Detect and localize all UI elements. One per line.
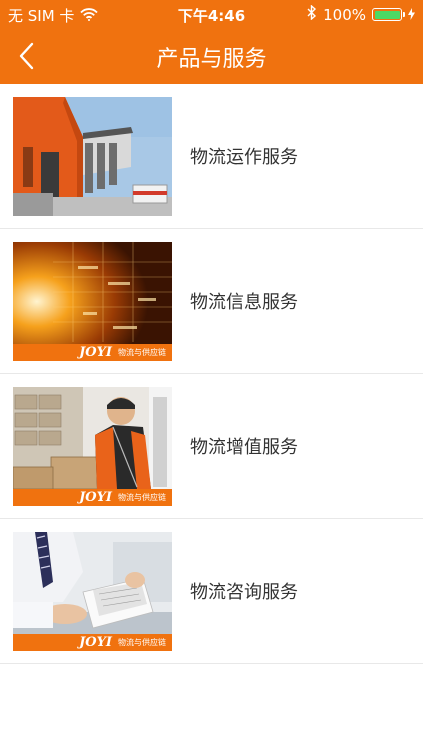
service-label: 物流咨询服务	[190, 582, 298, 603]
service-label: 物流信息服务	[190, 292, 298, 313]
service-image-consulting: JOYI 物流与供应链	[13, 532, 172, 651]
list-item[interactable]: JOYI 物流与供应链 物流增值服务	[0, 374, 423, 519]
header: 无 SIM 卡 下午4:46 100% 产品与服务	[0, 0, 423, 84]
brand-tagline: 物流与供应链	[118, 638, 166, 647]
list-item[interactable]: JOYI 物流与供应链 物流信息服务	[0, 229, 423, 374]
brand-logo: JOYI	[79, 345, 112, 360]
brand-strip: JOYI 物流与供应链	[13, 344, 172, 361]
brand-tagline: 物流与供应链	[118, 348, 166, 357]
service-image-worker: JOYI 物流与供应链	[13, 387, 172, 506]
brand-strip: JOYI 物流与供应链	[13, 634, 172, 651]
brand-strip: JOYI 物流与供应链	[13, 489, 172, 506]
battery-fill	[374, 10, 400, 19]
battery-icon	[372, 8, 405, 21]
service-label: 物流运作服务	[190, 147, 298, 168]
list-item[interactable]: JOYI 物流与供应链 物流咨询服务	[0, 519, 423, 664]
battery-percent: 100%	[323, 5, 366, 24]
status-bar: 无 SIM 卡 下午4:46 100%	[0, 0, 423, 28]
service-image-warehouse	[13, 97, 172, 216]
service-image-data-center: JOYI 物流与供应链	[13, 242, 172, 361]
status-right: 100%	[307, 4, 415, 24]
battery-tip	[403, 12, 405, 17]
brand-logo: JOYI	[79, 635, 112, 650]
nav-bar: 产品与服务	[0, 28, 423, 84]
service-label: 物流增值服务	[190, 437, 298, 458]
bluetooth-icon	[307, 4, 317, 24]
service-list: 物流运作服务 JOYI 物流与供应链 物流信息服务 JOYI 物流与供应链 物流…	[0, 84, 423, 664]
page-title: 产品与服务	[156, 47, 267, 72]
charging-icon	[408, 6, 415, 24]
list-item[interactable]: 物流运作服务	[0, 84, 423, 229]
brand-logo: JOYI	[79, 490, 112, 505]
brand-tagline: 物流与供应链	[118, 493, 166, 502]
